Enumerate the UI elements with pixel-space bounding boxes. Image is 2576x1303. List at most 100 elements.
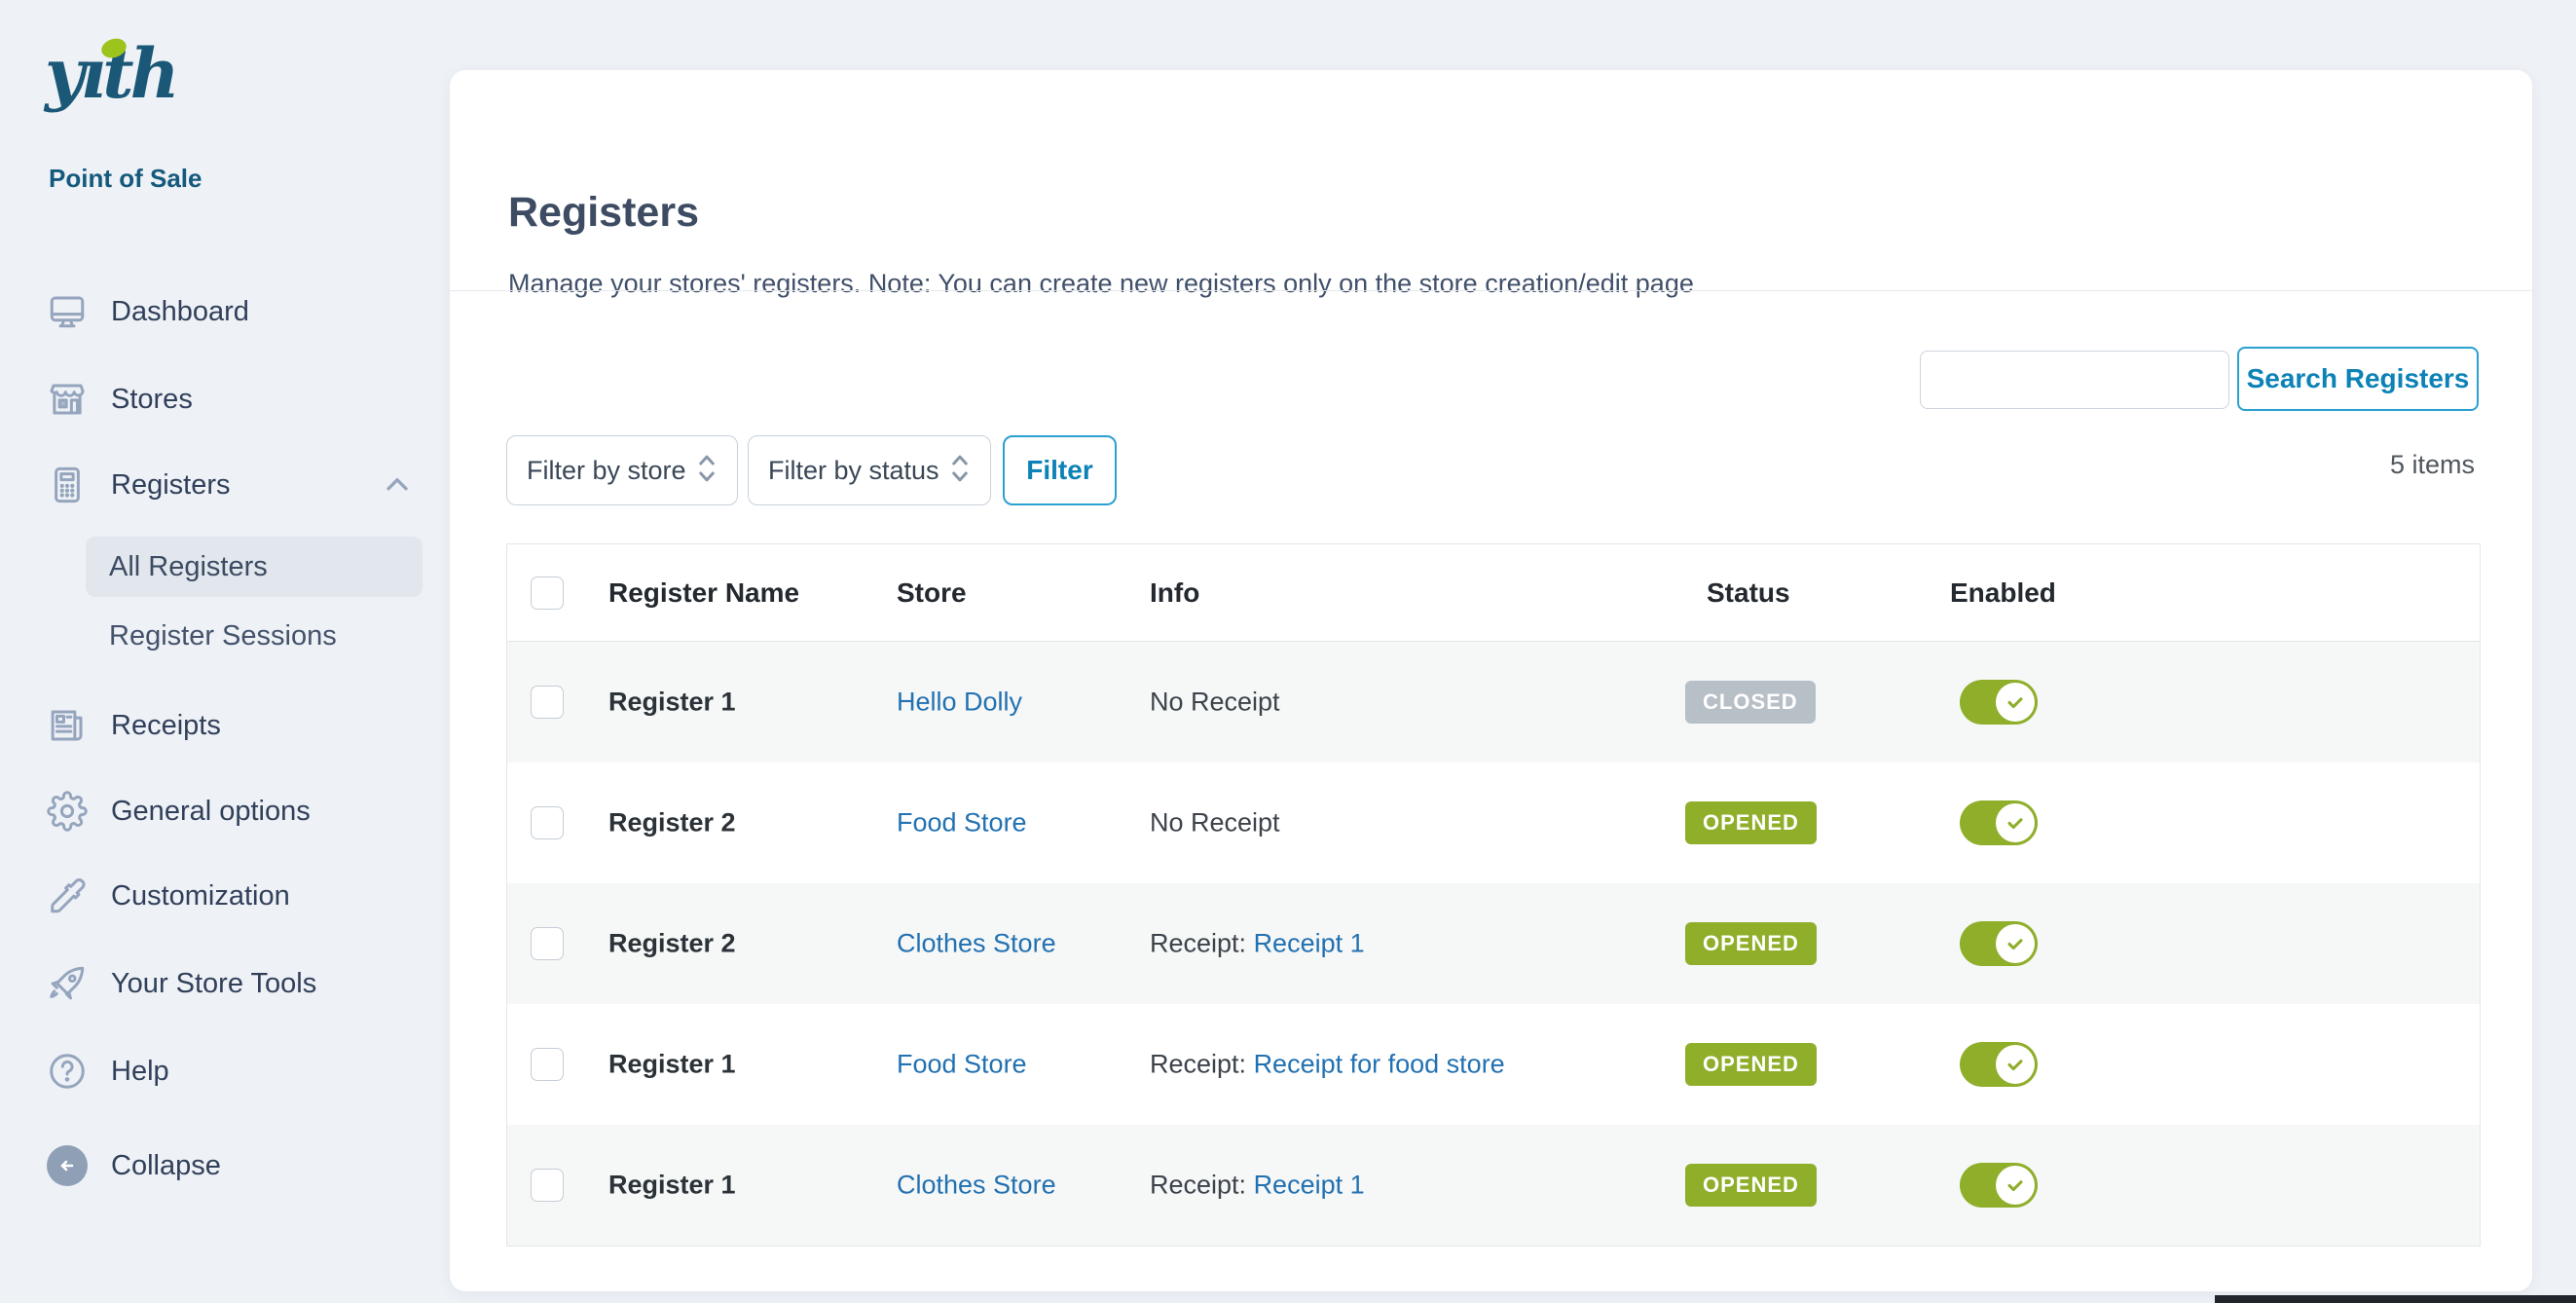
column-header-status: Status [1707,577,1790,609]
sidebar-item-all-registers[interactable]: All Registers [86,537,423,597]
toggle-knob [1996,683,2035,722]
chevron-up-icon[interactable] [380,467,415,507]
sidebar-item-customization[interactable]: Customization [47,873,426,919]
sidebar-item-receipts[interactable]: Receipts [47,702,426,749]
sidebar-item-label: Registers [111,469,231,502]
store-link[interactable]: Clothes Store [897,929,1056,958]
row-checkbox[interactable] [531,806,564,839]
enabled-toggle[interactable] [1960,680,2038,725]
status-badge: OPENED [1685,922,1817,965]
search-registers-button[interactable]: Search Registers [2237,347,2479,411]
toggle-knob [1996,803,2035,842]
receipt-link[interactable]: Receipt 1 [1254,929,1365,958]
register-name: Register 2 [608,808,736,838]
table-row: Register 2 Food Store No Receipt OPENED [507,763,2480,883]
status-badge: OPENED [1685,1164,1817,1207]
info-cell: No Receipt [1150,808,1280,838]
product-name: Point of Sale [49,164,202,194]
row-checkbox[interactable] [531,1169,564,1202]
row-checkbox[interactable] [531,686,564,719]
filter-by-store-label: Filter by store [527,456,686,486]
question-circle-icon [47,1051,88,1092]
sidebar-item-registers[interactable]: Registers [47,462,426,508]
sidebar-item-your-store-tools[interactable]: Your Store Tools [47,960,426,1007]
sidebar-item-dashboard[interactable]: Dashboard [47,288,426,335]
info-prefix: Receipt: [1150,1171,1254,1200]
table-row: Register 2 Clothes Store Receipt: Receip… [507,883,2480,1004]
sidebar-item-help[interactable]: Help [47,1048,426,1095]
collapse-arrow-icon [47,1145,88,1186]
enabled-toggle[interactable] [1960,1163,2038,1208]
dashboard-icon [47,291,88,332]
table-row: Register 1 Hello Dolly No Receipt CLOSED [507,642,2480,763]
store-icon [47,379,88,420]
registers-table: Register Name Store Info Status Enabled … [506,543,2481,1247]
page-subtitle: Manage your stores' registers. Note: You… [508,269,1694,299]
row-checkbox[interactable] [531,1048,564,1081]
register-name: Register 1 [608,1171,736,1201]
sidebar-item-general-options[interactable]: General options [47,788,426,835]
receipt-link[interactable]: Receipt for food store [1254,1050,1505,1079]
sidebar-item-label: Your Store Tools [111,968,316,1000]
store-link[interactable]: Food Store [897,808,1027,838]
sidebar-item-label: Customization [111,880,290,912]
info-cell: Receipt: Receipt for food store [1150,1050,1505,1080]
sidebar-item-register-sessions[interactable]: Register Sessions [109,614,337,657]
sidebar-item-collapse[interactable]: Collapse [47,1142,426,1189]
sort-carets-icon [945,449,975,493]
enabled-toggle[interactable] [1960,800,2038,845]
store-link[interactable]: Food Store [897,1050,1027,1079]
info-text: No Receipt [1150,808,1280,838]
eyedropper-icon [47,875,88,916]
register-name: Register 1 [608,1050,736,1080]
toggle-knob [1996,924,2035,963]
register-name: Register 2 [608,929,736,959]
sidebar-item-label: Stores [111,384,193,416]
bottom-bar [2215,1295,2576,1303]
info-prefix: Receipt: [1150,929,1254,958]
main-panel: Registers Manage your stores' registers.… [450,70,2532,1291]
filter-by-status-dropdown[interactable]: Filter by status [748,435,991,505]
filter-by-store-dropdown[interactable]: Filter by store [506,435,738,505]
sidebar-item-label: Register Sessions [109,620,337,652]
info-cell: No Receipt [1150,688,1280,718]
column-header-enabled: Enabled [1950,577,2056,609]
filter-by-status-label: Filter by status [768,456,939,486]
store-link[interactable]: Hello Dolly [897,688,1022,717]
info-text: No Receipt [1150,688,1280,717]
column-header-store: Store [897,577,967,609]
sort-carets-icon [692,449,721,493]
enabled-toggle[interactable] [1960,921,2038,966]
items-count: 5 items [2390,450,2475,480]
info-cell: Receipt: Receipt 1 [1150,929,1365,959]
toggle-knob [1996,1166,2035,1205]
filter-button[interactable]: Filter [1003,435,1117,505]
status-badge: CLOSED [1685,681,1816,724]
sidebar-item-label: Collapse [111,1150,221,1182]
store-link[interactable]: Clothes Store [897,1171,1056,1200]
gear-icon [47,791,88,832]
calculator-icon [47,465,88,505]
sidebar-item-label: All Registers [109,551,268,583]
sidebar-item-stores[interactable]: Stores [47,376,426,423]
enabled-toggle[interactable] [1960,1042,2038,1087]
column-header-info: Info [1150,577,1199,609]
column-header-register-name: Register Name [608,577,799,609]
table-row: Register 1 Clothes Store Receipt: Receip… [507,1125,2480,1246]
select-all-checkbox[interactable] [531,577,564,610]
toggle-knob [1996,1045,2035,1084]
receipt-icon [47,705,88,746]
row-checkbox[interactable] [531,927,564,960]
sidebar-item-label: Help [111,1056,169,1088]
sidebar-item-label: Dashboard [111,296,249,328]
receipt-link[interactable]: Receipt 1 [1254,1171,1365,1200]
info-prefix: Receipt: [1150,1050,1254,1079]
sidebar-item-label: Receipts [111,710,221,742]
yith-logo: yıth [45,33,176,150]
rocket-icon [47,963,88,1004]
sidebar-item-label: General options [111,796,311,828]
table-row: Register 1 Food Store Receipt: Receipt f… [507,1004,2480,1125]
search-input[interactable] [1920,351,2229,409]
register-name: Register 1 [608,688,736,718]
header-divider [450,290,2532,291]
